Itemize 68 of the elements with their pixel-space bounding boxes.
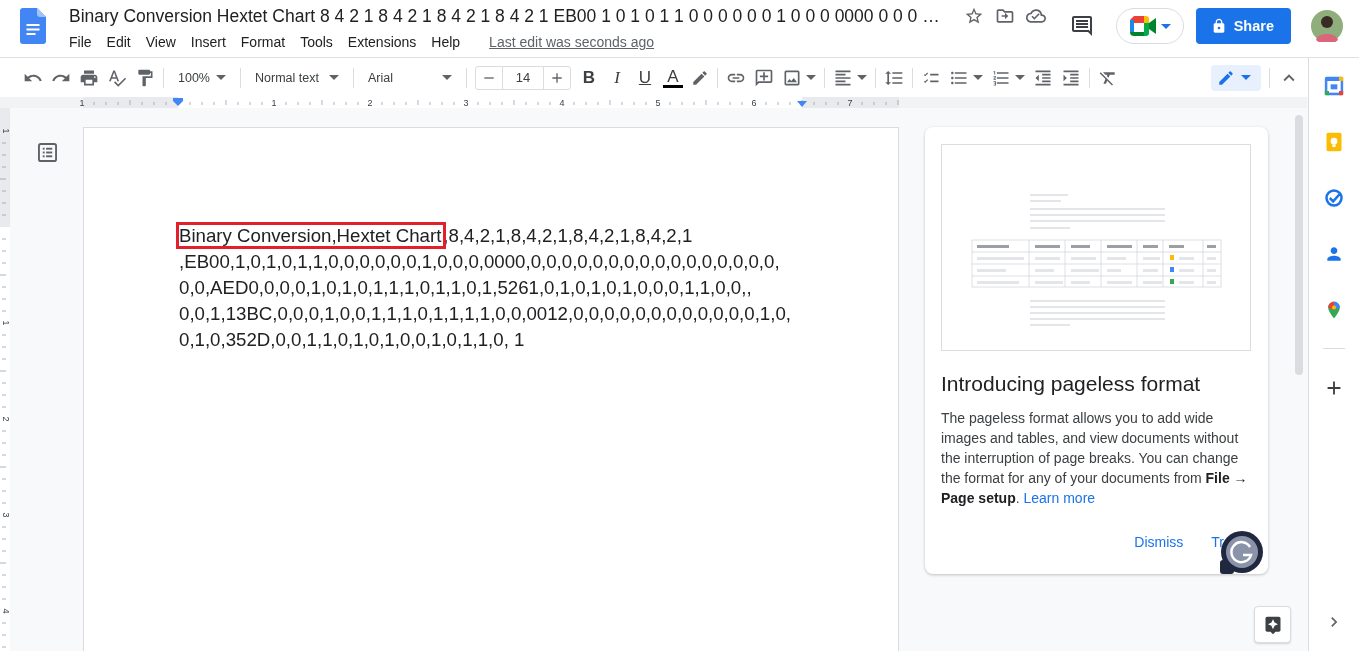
bold-button[interactable]: B (579, 67, 599, 88)
document-text: ,EB00,1,0,1,0,1,1,0,0,0,0,0,0,1,0,0,0,0000,0,0,0,0,0,0,0,0,0,0,0,0,0,0,0,0, (179, 251, 780, 272)
underline-button[interactable]: U (635, 67, 655, 88)
card-description: The pageless format allows you to add wide images and tables, and view documents without the interruption of page breaks. You can change the format for any of your documents from File → Page setup. Learn more (941, 409, 1249, 508)
zoom-dropdown[interactable]: 100% (172, 64, 232, 91)
caret-icon (216, 75, 226, 80)
ruler-number: 1 (271, 98, 277, 108)
ruler-number: 4 (559, 98, 565, 108)
explore-button[interactable] (1254, 606, 1291, 643)
ruler-number: 4 (0, 608, 10, 614)
document-text: 0,0,1,13BC,0,0,0,1,0,0,1,1,1,0,1,1,1,1,0,0,0012,0,0,0,0,0,0,0,0,0,0,0,0,1,0, (179, 303, 791, 324)
menu-item[interactable]: View (145, 32, 183, 52)
menu-item[interactable]: Edit (106, 32, 138, 52)
style-dropdown[interactable]: Normal text (249, 64, 345, 91)
ruler-number: 5 (655, 98, 661, 108)
ruler-number: 1 (79, 98, 85, 108)
video-camera-icon[interactable] (1129, 16, 1156, 36)
caret-icon (442, 75, 452, 80)
learn-more-link[interactable]: Learn more (1023, 490, 1096, 506)
right-indent-marker-icon[interactable] (797, 101, 807, 107)
ruler-number: 2 (0, 416, 10, 422)
font-dropdown[interactable]: Arial (362, 64, 458, 91)
ruler-number: 7 (847, 98, 853, 108)
avatar[interactable] (1311, 10, 1343, 42)
caret-icon (1241, 75, 1251, 80)
menu-item[interactable]: Help (431, 32, 468, 52)
caret-icon[interactable] (1160, 23, 1171, 29)
document-text: 0,0,AED0,0,0,0,1,0,1,0,1,1,1,0,1,1,0,1,5261,0,1,0,1,0,1,0,0,0,1,1,0,0,, (179, 277, 752, 298)
paint-format-icon[interactable] (135, 67, 155, 88)
calendar-icon[interactable] (1324, 76, 1344, 96)
italic-button[interactable]: I (607, 67, 627, 88)
ruler-number: 3 (463, 98, 469, 108)
scrollbar-thumb[interactable] (1295, 115, 1303, 375)
menu-item[interactable]: Tools (300, 32, 340, 52)
card-action-button[interactable]: Dismiss (1134, 534, 1184, 550)
text-color-button[interactable]: A (663, 67, 683, 88)
document-title[interactable]: Binary Conversion Hextet Chart 8 4 2 1 8 4 2 1 8 4 2 1 8 4 2 1 EB00 1 0 1 0 1 1 0 0 0 0 0 0 1 0 0 0 0000 0 0 0 … (69, 5, 940, 27)
caret-icon[interactable] (806, 75, 816, 80)
add-comment-icon[interactable] (754, 67, 774, 88)
caret-icon (329, 75, 339, 80)
menu-item[interactable]: Extensions (347, 32, 424, 52)
pencil-icon (1217, 68, 1235, 87)
document-text: 0,1,0,352D,0,0,1,1,0,1,0,1,0,0,1,0,1,1,0, 1 (179, 329, 525, 350)
menu-item[interactable]: Format (240, 32, 293, 52)
card-title: Introducing pageless format (941, 372, 1202, 396)
menu-item[interactable]: Insert (190, 32, 233, 52)
move-folder-icon[interactable] (994, 6, 1015, 26)
caret-icon[interactable] (857, 75, 867, 80)
share-button[interactable]: Share (1195, 8, 1291, 44)
highlighter-icon[interactable] (691, 68, 709, 87)
editing-mode-button[interactable] (1211, 64, 1261, 91)
document-outline-icon[interactable] (37, 143, 57, 162)
ruler-number: 3 (0, 512, 10, 518)
cloud-check-icon[interactable] (1025, 6, 1046, 26)
ruler-number: 1 (0, 320, 10, 326)
caret-icon[interactable] (973, 75, 983, 80)
menu-item[interactable]: File (69, 32, 99, 52)
document-text: ,8,4,2,1,8,4,2,1,8,4,2,1,8,4,2,1 (443, 225, 693, 246)
caret-icon[interactable] (1015, 75, 1025, 80)
docs-logo-icon[interactable] (20, 8, 46, 44)
ruler-number: 1 (0, 128, 10, 134)
card-action-button[interactable]: Tr (1211, 534, 1224, 550)
last-edit-link[interactable]: Last edit was seconds ago (489, 34, 655, 50)
ruler-number: 2 (367, 98, 373, 108)
highlighted-text: Binary Conversion,Hextet Chart (179, 225, 444, 246)
ruler-number: 6 (751, 98, 757, 108)
comment-icon[interactable] (1069, 14, 1094, 38)
tasks-icon[interactable] (1324, 188, 1344, 208)
